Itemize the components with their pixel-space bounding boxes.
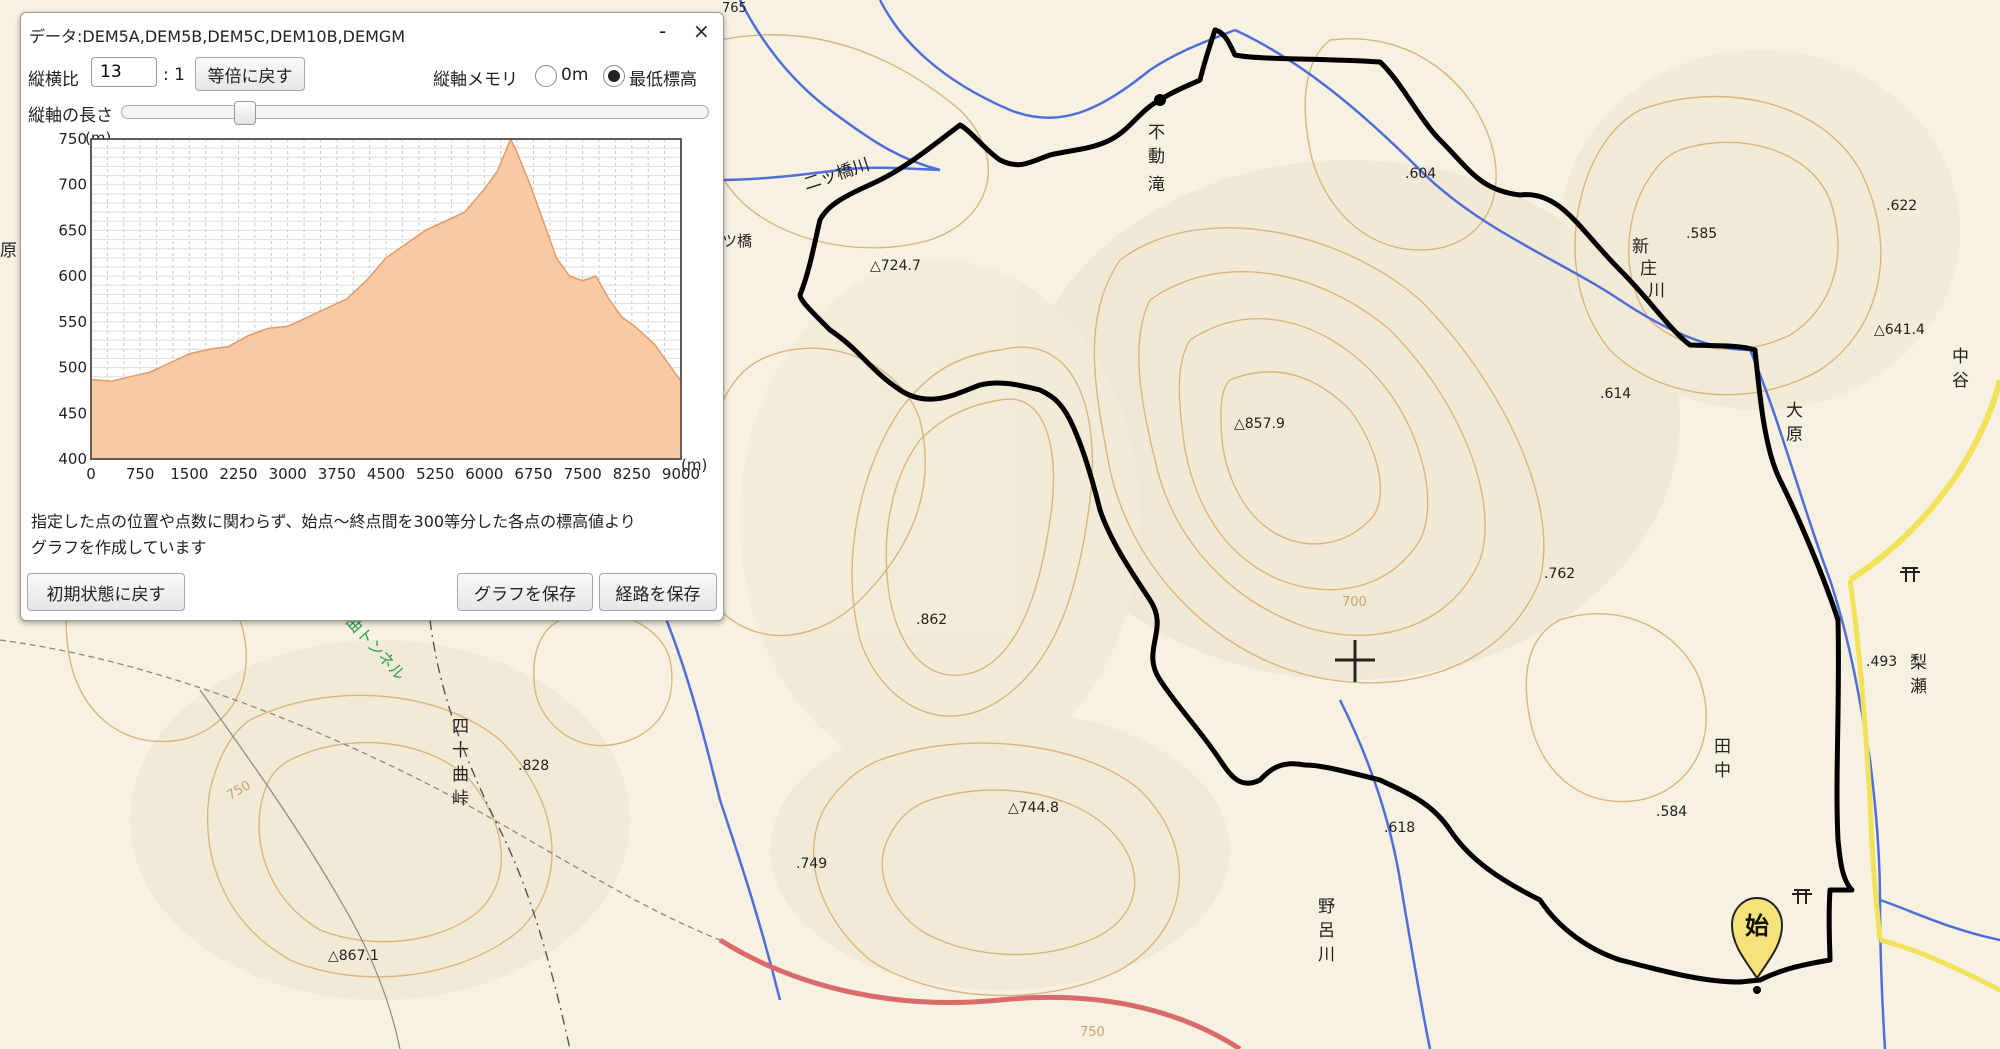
elev-label: △724.7 — [870, 258, 921, 274]
pass-label: 四 — [452, 717, 469, 737]
axis-mode-label: 縦軸メモリ — [433, 70, 518, 90]
elevation-chart: (m) (m) 750700650600550500450400 0 750 150… — [58, 129, 707, 483]
x-tick-label: 3750 — [318, 465, 356, 483]
x-tick-label: 7500 — [564, 465, 602, 483]
elev-label: .862 — [916, 612, 947, 628]
place-label: 田 — [1714, 737, 1731, 757]
ratio-suffix: : 1 — [163, 65, 185, 85]
elev-label: .584 — [1656, 804, 1687, 820]
place-label: 原 — [1786, 425, 1803, 445]
place-label: 大 — [1786, 401, 1803, 421]
x-tick-label: 750 — [126, 465, 155, 483]
river-label: 川 — [1318, 945, 1335, 965]
y-tick-label: 500 — [58, 359, 87, 377]
elev-label: 765 — [722, 1, 747, 16]
x-tick-label: 9000 — [662, 465, 700, 483]
elev-label: .618 — [1384, 820, 1415, 836]
elevation-profile-panel[interactable]: データ:DEM5A,DEM5B,DEM5C,DEM10B,DEMGM - × 縦… — [20, 12, 724, 621]
length-label: 縦軸の長さ — [28, 106, 113, 126]
contour-label: 700 — [1342, 595, 1367, 610]
close-button[interactable]: × — [693, 19, 710, 43]
place-label: 中 — [1714, 761, 1731, 781]
save-graph-button[interactable]: グラフを保存 — [457, 573, 593, 611]
place-label: ツ橋 — [722, 232, 752, 250]
ratio-input[interactable] — [91, 57, 157, 87]
place-label: 瀬 — [1910, 677, 1927, 697]
start-marker-label: 始 — [1745, 912, 1769, 940]
elev-label: △744.8 — [1008, 800, 1059, 816]
place-label: 谷 — [1952, 371, 1969, 391]
x-tick-label: 6750 — [514, 465, 552, 483]
place-label: 滝 — [1148, 175, 1165, 195]
length-slider-thumb[interactable] — [234, 101, 257, 125]
x-tick-label: 8250 — [613, 465, 651, 483]
river-label: 呂 — [1318, 921, 1335, 941]
y-tick-label: 600 — [58, 267, 87, 285]
axis-min-label: 最低標高 — [629, 70, 697, 90]
place-label: 梨 — [1910, 653, 1927, 673]
elev-label: .828 — [518, 758, 549, 774]
pass-label: 峠 — [452, 789, 469, 809]
elev-label: .493 — [1866, 654, 1897, 670]
save-route-button[interactable]: 経路を保存 — [599, 573, 717, 611]
note-line-2: グラフを作成しています — [31, 538, 207, 557]
x-tick-label: 1500 — [170, 465, 208, 483]
minimize-button[interactable]: - — [659, 19, 666, 43]
reset-initial-button[interactable]: 初期状態に戻す — [27, 573, 185, 611]
y-tick-label: 450 — [58, 404, 87, 422]
elev-label: .614 — [1600, 386, 1631, 402]
y-tick-label: 750 — [58, 130, 87, 148]
route-vertex-marker[interactable] — [1154, 94, 1166, 106]
axis-min-radio[interactable] — [603, 65, 625, 87]
contour-label: 750 — [1080, 1025, 1105, 1040]
axis-zero-label: 0m — [561, 65, 589, 85]
x-tick-label: 2250 — [219, 465, 257, 483]
y-tick-label: 700 — [58, 176, 87, 194]
place-label: 中 — [1952, 347, 1969, 367]
panel-title: データ:DEM5A,DEM5B,DEM5C,DEM10B,DEMGM — [29, 27, 406, 46]
reset-ratio-button[interactable]: 等倍に戻す — [195, 57, 305, 91]
elev-label: .622 — [1886, 198, 1917, 214]
elev-label: .749 — [796, 856, 827, 872]
x-tick-label: 0 — [86, 465, 96, 483]
axis-zero-radio[interactable] — [535, 65, 557, 87]
elev-label: △867.1 — [328, 948, 379, 964]
elev-label: △857.9 — [1234, 416, 1285, 432]
river-label: 川 — [1648, 281, 1665, 301]
place-label: 原 — [0, 241, 17, 261]
elev-label: .585 — [1686, 226, 1717, 242]
x-tick-label: 3000 — [269, 465, 307, 483]
pass-label: 曲 — [452, 765, 469, 785]
x-tick-label: 6000 — [465, 465, 503, 483]
note-line-1: 指定した点の位置や点数に関わらず、始点～終点間を300等分した各点の標高値より — [31, 512, 636, 531]
river-label: 庄 — [1640, 259, 1657, 279]
river-label: 新 — [1632, 237, 1649, 257]
x-tick-label: 5250 — [416, 465, 454, 483]
elev-label: .762 — [1544, 566, 1575, 582]
x-tick-label: 4500 — [367, 465, 405, 483]
pass-label: 十 — [452, 741, 469, 761]
elev-label: △641.4 — [1874, 322, 1925, 338]
y-tick-label: 400 — [58, 450, 87, 468]
river-label: 野 — [1318, 897, 1335, 917]
ratio-label: 縦横比 — [28, 70, 79, 90]
place-label: 不 — [1148, 123, 1165, 143]
elev-label: .604 — [1405, 166, 1436, 182]
length-slider-track[interactable] — [121, 105, 709, 119]
y-tick-label: 550 — [58, 313, 87, 331]
place-label: 動 — [1148, 147, 1165, 167]
y-tick-label: 650 — [58, 221, 87, 239]
